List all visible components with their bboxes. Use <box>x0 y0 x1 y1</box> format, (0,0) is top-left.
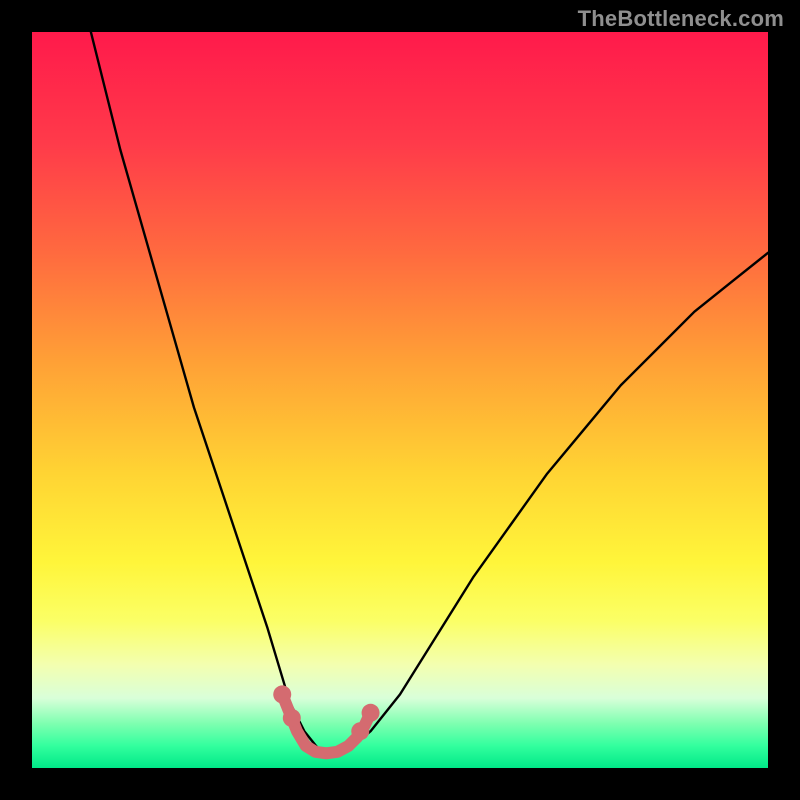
marker-dot <box>273 685 291 703</box>
chart-svg <box>32 32 768 768</box>
plot-area <box>32 32 768 768</box>
marker-dot <box>283 709 301 727</box>
marker-dot <box>362 704 380 722</box>
gradient-background <box>32 32 768 768</box>
marker-dot <box>351 722 369 740</box>
watermark-text: TheBottleneck.com <box>578 6 784 32</box>
chart-frame: TheBottleneck.com <box>0 0 800 800</box>
